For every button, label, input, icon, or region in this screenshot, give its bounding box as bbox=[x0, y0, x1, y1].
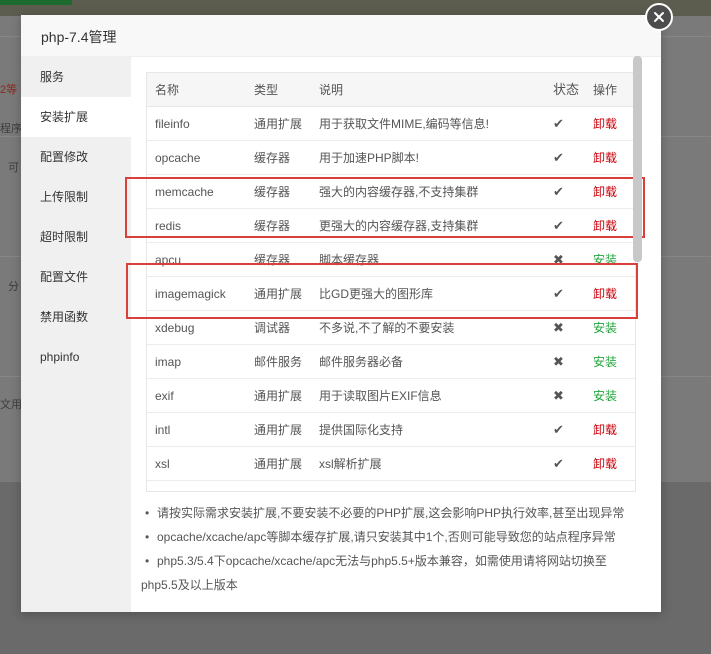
extension-description: 用于读取图片EXIF信息 bbox=[319, 389, 442, 403]
dialog-header: php-7.4管理 bbox=[21, 15, 661, 57]
tip-item: opcache/xcache/apc等脚本缓存扩展,请只安装其中1个,否则可能导… bbox=[141, 526, 641, 549]
cross-icon: ✖ bbox=[553, 320, 564, 335]
table-header: 名称 类型 说明 状态 操作 bbox=[147, 73, 635, 107]
scrollbar-thumb[interactable] bbox=[633, 56, 642, 262]
background-topbar bbox=[0, 0, 711, 16]
uninstall-link[interactable]: 卸载 bbox=[593, 141, 617, 175]
check-icon: ✔ bbox=[553, 456, 564, 471]
sidebar-item-upload-limit[interactable]: 上传限制 bbox=[21, 177, 131, 217]
extension-type: 通用扩展 bbox=[254, 117, 303, 131]
tip-item: 请按实际需求安装扩展,不要安装不必要的PHP扩展,这会影响PHP执行效率,甚至出… bbox=[141, 502, 641, 525]
extensions-table[interactable]: 名称 类型 说明 状态 操作 fileinfo 通用扩展 用于获取文件MIME,编码… bbox=[146, 72, 636, 492]
tip-item-continued: php5.5及以上版本 bbox=[141, 578, 238, 592]
extension-type: 通用扩展 bbox=[254, 457, 303, 471]
check-icon: ✔ bbox=[553, 286, 564, 301]
table-row: opcache 缓存器 用于加速PHP脚本! ✔ 卸载 bbox=[147, 141, 635, 175]
uninstall-link[interactable]: 卸载 bbox=[593, 107, 617, 141]
table-row: memcache 缓存器 强大的内容缓存器,不支持集群 ✔ 卸载 bbox=[147, 175, 635, 209]
background-text: 可 bbox=[8, 162, 19, 174]
install-link[interactable]: 安装 bbox=[593, 243, 617, 277]
extension-type: 通用扩展 bbox=[254, 287, 303, 301]
extension-description: 不多说,不了解的不要安装 bbox=[319, 321, 455, 335]
extension-type: 邮件服务 bbox=[254, 355, 303, 369]
table-row: redis 缓存器 更强大的内容缓存器,支持集群 ✔ 卸载 bbox=[147, 209, 635, 243]
column-header-description: 说明 bbox=[319, 83, 344, 97]
check-icon: ✔ bbox=[553, 184, 564, 199]
column-header-name: 名称 bbox=[155, 83, 180, 97]
extension-type: 缓存器 bbox=[254, 151, 291, 165]
sidebar-item-service[interactable]: 服务 bbox=[21, 57, 131, 97]
uninstall-link[interactable]: 卸载 bbox=[593, 175, 617, 209]
table-row: xsl 通用扩展 xsl解析扩展 ✔ 卸载 bbox=[147, 447, 635, 481]
sidebar-item-config-file[interactable]: 配置文件 bbox=[21, 257, 131, 297]
cross-icon: ✖ bbox=[553, 388, 564, 403]
extension-type: 通用扩展 bbox=[254, 423, 303, 437]
table-row: intl 通用扩展 提供国际化支持 ✔ 卸载 bbox=[147, 413, 635, 447]
extension-name: imagemagick bbox=[155, 287, 226, 301]
settings-sidebar: 服务 安装扩展 配置修改 上传限制 超时限制 配置文件 禁用函数 phpinfo bbox=[21, 57, 131, 612]
column-header-status: 状态 bbox=[553, 82, 580, 97]
install-link[interactable]: 安装 bbox=[593, 311, 617, 345]
background-text: 分 bbox=[8, 281, 19, 293]
extension-name: redis bbox=[155, 219, 182, 233]
extensions-panel: 名称 类型 说明 状态 操作 fileinfo 通用扩展 用于获取文件MIME,编码… bbox=[131, 57, 661, 612]
column-header-type: 类型 bbox=[254, 83, 279, 97]
install-link[interactable]: 安装 bbox=[593, 345, 617, 379]
extension-description: 比GD更强大的图形库 bbox=[319, 287, 434, 301]
extension-type: 调试器 bbox=[254, 321, 291, 335]
extension-description: xsl解析扩展 bbox=[319, 457, 382, 471]
close-button[interactable] bbox=[645, 3, 673, 31]
extension-name: opcache bbox=[155, 151, 201, 165]
extension-type: 通用扩展 bbox=[254, 389, 303, 403]
extension-type: 缓存器 bbox=[254, 185, 291, 199]
extension-name: fileinfo bbox=[155, 117, 190, 131]
table-row: apcu 缓存器 脚本缓存器 ✖ 安装 bbox=[147, 243, 635, 277]
extension-type: 缓存器 bbox=[254, 253, 291, 267]
table-row: fileinfo 通用扩展 用于获取文件MIME,编码等信息! ✔ 卸载 bbox=[147, 107, 635, 141]
uninstall-link[interactable]: 卸载 bbox=[593, 277, 617, 311]
install-link[interactable]: 安装 bbox=[593, 379, 617, 413]
sidebar-item-install-extensions[interactable]: 安装扩展 bbox=[21, 97, 131, 137]
uninstall-link[interactable]: 卸载 bbox=[593, 447, 617, 481]
uninstall-link[interactable]: 卸载 bbox=[593, 413, 617, 447]
extension-description: 用于加速PHP脚本! bbox=[319, 151, 420, 165]
extension-description: 脚本缓存器 bbox=[319, 253, 380, 267]
table-row: xdebug 调试器 不多说,不了解的不要安装 ✖ 安装 bbox=[147, 311, 635, 345]
cross-icon: ✖ bbox=[553, 354, 564, 369]
extension-description: 更强大的内容缓存器,支持集群 bbox=[319, 219, 479, 233]
sidebar-item-timeout-limit[interactable]: 超时限制 bbox=[21, 217, 131, 257]
extension-name: xdebug bbox=[155, 321, 195, 335]
tip-item: php5.3/5.4下opcache/xcache/apc无法与php5.5+版… bbox=[141, 550, 641, 573]
check-icon: ✔ bbox=[553, 116, 564, 131]
table-row: imagemagick 通用扩展 比GD更强大的图形库 ✔ 卸载 bbox=[147, 277, 635, 311]
close-icon bbox=[654, 12, 664, 22]
sidebar-item-phpinfo[interactable]: phpinfo bbox=[21, 337, 131, 377]
table-row: exif 通用扩展 用于读取图片EXIF信息 ✖ 安装 bbox=[147, 379, 635, 413]
extension-description: 用于获取文件MIME,编码等信息! bbox=[319, 117, 489, 131]
extension-type: 缓存器 bbox=[254, 219, 291, 233]
background-text: 2等 bbox=[0, 84, 18, 96]
extension-name: apcu bbox=[155, 253, 182, 267]
background-green-button bbox=[0, 0, 72, 5]
extension-description: 提供国际化支持 bbox=[319, 423, 404, 437]
extension-name: exif bbox=[155, 389, 174, 403]
uninstall-link[interactable]: 卸载 bbox=[593, 209, 617, 243]
extension-description: 强大的内容缓存器,不支持集群 bbox=[319, 185, 479, 199]
check-icon: ✔ bbox=[553, 422, 564, 437]
dialog-title: php-7.4管理 bbox=[41, 29, 117, 45]
check-icon: ✔ bbox=[553, 150, 564, 165]
check-icon: ✔ bbox=[553, 218, 564, 233]
cross-icon: ✖ bbox=[553, 252, 564, 267]
php-manage-dialog: php-7.4管理 服务 安装扩展 配置修改 上传限制 超时限制 配置文件 禁用… bbox=[21, 15, 661, 612]
sidebar-item-disabled-functions[interactable]: 禁用函数 bbox=[21, 297, 131, 337]
table-row: imap 邮件服务 邮件服务器必备 ✖ 安装 bbox=[147, 345, 635, 379]
extension-name: intl bbox=[155, 423, 171, 437]
sidebar-item-config-edit[interactable]: 配置修改 bbox=[21, 137, 131, 177]
column-header-action: 操作 bbox=[593, 83, 618, 97]
extension-description: 邮件服务器必备 bbox=[319, 355, 404, 369]
extension-name: memcache bbox=[155, 185, 214, 199]
extension-name: imap bbox=[155, 355, 182, 369]
table-scrollbar[interactable] bbox=[633, 56, 642, 490]
extension-name: xsl bbox=[155, 457, 170, 471]
